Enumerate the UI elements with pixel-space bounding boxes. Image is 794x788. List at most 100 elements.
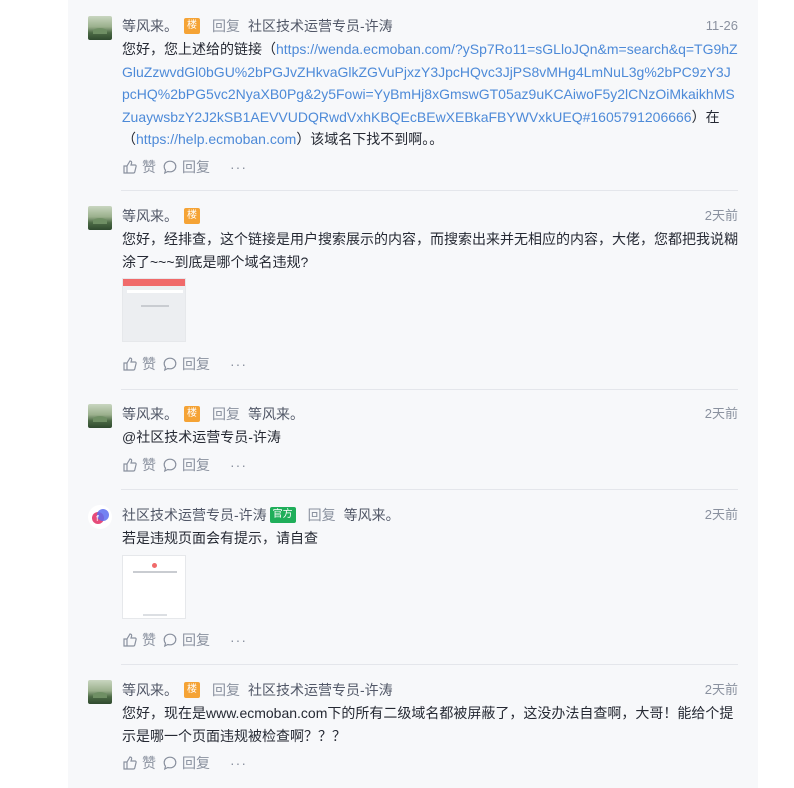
comment-text: 您好，经排查，这个链接是用户搜索展示的内容，而搜索出来并无相应的内容，大佬，您都… — [122, 231, 738, 270]
reply-label: 回复 — [182, 356, 210, 372]
thumbnail-search-bar — [127, 290, 183, 293]
more-dots-icon[interactable]: ··· — [230, 159, 247, 175]
like-button[interactable]: 赞 — [122, 753, 156, 773]
comment-author[interactable]: 等风来。 — [122, 206, 178, 226]
reply-word: 回复 — [212, 682, 240, 698]
reply-target-user[interactable]: 等风来。 — [248, 404, 304, 424]
reply-button[interactable]: 回复 — [162, 455, 210, 475]
more-dots-icon[interactable]: ··· — [230, 755, 247, 771]
comment-link-help[interactable]: https://help.ecmoban.com — [136, 131, 296, 147]
comment-bubble-icon — [163, 160, 177, 175]
like-label: 赞 — [142, 755, 156, 771]
more-dots-icon[interactable]: ··· — [230, 457, 247, 473]
comment-author[interactable]: 等风来。 — [122, 16, 178, 36]
floor-owner-badge: 楼 — [184, 682, 200, 698]
comment-divider — [121, 664, 738, 665]
comment-text-prefix: 您好，您上述给的链接（ — [122, 41, 276, 57]
comment-image-thumbnail[interactable] — [122, 555, 186, 619]
comment-time: 2天前 — [704, 507, 738, 522]
reply-label: 回复 — [182, 159, 210, 175]
thumbnail-text-line — [141, 305, 169, 307]
reply-target-user[interactable]: 等风来。 — [344, 505, 400, 525]
comment-header: 等风来。 楼 回复 等风来。 2天前 — [122, 404, 738, 424]
comment-actions: 赞 回复 ··· — [122, 754, 253, 772]
comment-text: @社区技术运营专员-许涛 — [122, 429, 281, 445]
like-button[interactable]: 赞 — [122, 157, 156, 177]
comment-time: 11-26 — [705, 18, 738, 33]
comment-header: 社区技术运营专员-许涛 官方 回复 等风来。 2天前 — [122, 505, 738, 525]
like-label: 赞 — [142, 457, 156, 473]
user-avatar[interactable] — [88, 404, 112, 428]
comment-header: 等风来。 楼 2天前 — [122, 206, 738, 226]
like-label: 赞 — [142, 356, 156, 372]
thumbnail-footer-line — [143, 614, 167, 616]
reply-target-user[interactable]: 社区技术运营专员-许涛 — [248, 680, 393, 700]
floor-owner-badge: 楼 — [184, 18, 200, 34]
like-label: 赞 — [142, 632, 156, 648]
comment-time: 2天前 — [704, 406, 738, 421]
like-label: 赞 — [142, 159, 156, 175]
comment-actions: 赞 回复 ··· — [122, 456, 253, 474]
reply-label: 回复 — [182, 457, 210, 473]
user-avatar[interactable]: f — [88, 505, 112, 529]
reply-button[interactable]: 回复 — [162, 753, 210, 773]
user-avatar[interactable] — [88, 206, 112, 230]
comment-bubble-icon — [163, 357, 177, 372]
thumbnail-warning-dot — [152, 563, 157, 568]
comment-item: f 社区技术运营专员-许涛 官方 回复 等风来。 2天前 若是违规页面会有提示，… — [88, 505, 738, 650]
comment-header: 等风来。 楼 回复 社区技术运营专员-许涛 2天前 — [122, 680, 738, 700]
comment-bubble-icon — [163, 633, 177, 648]
comment-author[interactable]: 等风来。 — [122, 680, 178, 700]
like-button[interactable]: 赞 — [122, 455, 156, 475]
thumbs-up-icon — [123, 458, 137, 472]
comment-text: 您好，您上述给的链接（https://wenda.ecmoban.com/?yS… — [122, 38, 738, 151]
reply-button[interactable]: 回复 — [162, 354, 210, 374]
svg-text:f: f — [96, 514, 99, 523]
floor-owner-badge: 楼 — [184, 208, 200, 224]
reply-label: 回复 — [182, 632, 210, 648]
comment-text: 您好，现在是www.ecmoban.com下的所有二级域名都被屏蔽了，这没办法自… — [122, 705, 734, 744]
thumbs-up-icon — [123, 160, 137, 174]
more-dots-icon[interactable]: ··· — [230, 356, 247, 372]
reply-button[interactable]: 回复 — [162, 630, 210, 650]
comment-time: 2天前 — [704, 682, 738, 697]
comment-bubble-icon — [163, 756, 177, 771]
thumbnail-header-bar — [123, 279, 185, 286]
reply-word: 回复 — [307, 507, 336, 523]
comment-header: 等风来。 楼 回复 社区技术运营专员-许涛 11-26 — [122, 16, 738, 36]
comment-divider — [121, 489, 738, 490]
comment-actions: 赞 回复 ··· — [122, 158, 253, 176]
thumbs-up-icon — [123, 756, 137, 770]
like-button[interactable]: 赞 — [122, 354, 156, 374]
comment-item: 等风来。 楼 回复 等风来。 2天前 @社区技术运营专员-许涛 赞 回复 ··· — [88, 404, 738, 474]
comment-actions: 赞 回复 ··· — [122, 355, 253, 373]
official-logo-icon: f — [92, 509, 109, 524]
thumbs-up-icon — [123, 357, 137, 371]
thumbnail-text-line — [133, 571, 177, 573]
thumbs-up-icon — [123, 633, 137, 647]
more-dots-icon[interactable]: ··· — [230, 632, 247, 648]
comment-actions: 赞 回复 ··· — [122, 631, 253, 649]
comment-text: 若是违规页面会有提示，请自查 — [122, 530, 318, 546]
reply-word: 回复 — [212, 18, 240, 34]
comment-item: 等风来。 楼 回复 社区技术运营专员-许涛 2天前 您好，现在是www.ecmo… — [88, 680, 738, 780]
comment-author[interactable]: 社区技术运营专员-许涛 — [122, 505, 267, 525]
comment-bubble-icon — [163, 458, 177, 473]
comment-time: 2天前 — [704, 208, 738, 223]
comment-text-suffix: ）该域名下找不到啊。。 — [296, 131, 444, 147]
floor-owner-badge: 楼 — [184, 406, 200, 422]
comment-item: 等风来。 楼 回复 社区技术运营专员-许涛 11-26 您好，您上述给的链接（h… — [88, 16, 738, 181]
comment-item: 等风来。 楼 2天前 您好，经排查，这个链接是用户搜索展示的内容，而搜索出来并无… — [88, 206, 738, 376]
comment-image-thumbnail[interactable] — [122, 278, 186, 342]
comment-author[interactable]: 等风来。 — [122, 404, 178, 424]
reply-target-user[interactable]: 社区技术运营专员-许涛 — [248, 16, 393, 36]
comment-divider — [121, 389, 738, 390]
reply-word: 回复 — [212, 406, 240, 422]
official-badge: 官方 — [269, 507, 296, 523]
reply-button[interactable]: 回复 — [162, 157, 210, 177]
comment-divider — [121, 190, 738, 191]
reply-label: 回复 — [182, 755, 210, 771]
user-avatar[interactable] — [88, 680, 112, 704]
like-button[interactable]: 赞 — [122, 630, 156, 650]
user-avatar[interactable] — [88, 16, 112, 40]
